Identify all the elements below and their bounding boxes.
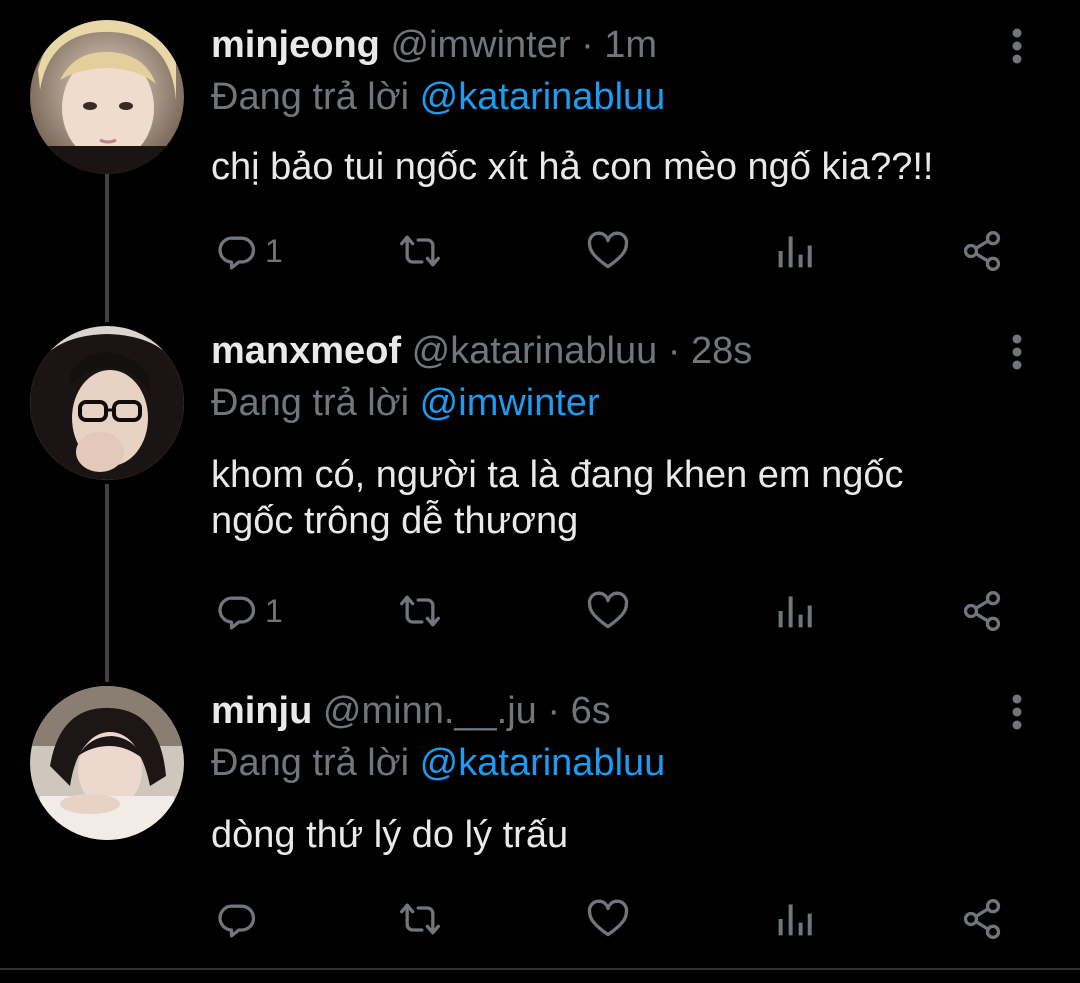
timestamp[interactable]: 6s: [571, 690, 611, 732]
display-name[interactable]: minju: [211, 690, 312, 732]
views-button[interactable]: [775, 586, 815, 636]
avatar[interactable]: [30, 326, 184, 480]
replying-to: Đang trả lời @imwinter: [211, 378, 600, 428]
like-button[interactable]: [585, 586, 631, 636]
retweet-button[interactable]: [397, 226, 443, 276]
tweet-header: manxmeof @katarinabluu · 28s: [211, 326, 752, 376]
tweet-text-line: khom có, người ta là đang khen em ngốc: [211, 454, 904, 496]
share-button[interactable]: [959, 586, 1005, 636]
display-name[interactable]: minjeong: [211, 24, 380, 66]
avatar-photo: [30, 686, 184, 840]
divider: [0, 968, 1080, 970]
tweet-text-line: ngốc trông dễ thương: [211, 500, 579, 542]
display-name[interactable]: manxmeof: [211, 330, 401, 372]
mention-link[interactable]: @katarinabluu: [420, 76, 666, 118]
retweet-icon: [400, 235, 440, 267]
views-icon: [778, 596, 812, 628]
retweet-button[interactable]: [397, 586, 443, 636]
retweet-icon: [400, 903, 440, 935]
tweet-text-line: chị bảo tui ngốc xít hả con mèo ngố kia?…: [211, 146, 934, 188]
tweet-text-line: dòng thứ lý do lý trấu: [211, 814, 569, 856]
retweet-button[interactable]: [397, 894, 443, 944]
reply-button[interactable]: [215, 894, 265, 944]
replying-label: Đang trả lời: [211, 382, 410, 424]
timestamp[interactable]: 28s: [691, 330, 752, 372]
views-button[interactable]: [775, 894, 815, 944]
separator: ·: [581, 24, 594, 66]
share-button[interactable]: [959, 226, 1005, 276]
replying-label: Đang trả lời: [211, 76, 410, 118]
views-icon: [778, 236, 812, 268]
reply-icon: [218, 236, 256, 270]
more-icon[interactable]: [1002, 332, 1032, 372]
more-icon[interactable]: [1002, 692, 1032, 732]
reply-count: 1: [265, 232, 283, 269]
views-button[interactable]: [775, 226, 815, 276]
reply-button[interactable]: 1: [215, 226, 283, 276]
mention-link[interactable]: @katarinabluu: [420, 742, 666, 784]
views-icon: [778, 904, 812, 936]
handle[interactable]: @imwinter: [390, 24, 570, 66]
mention-link[interactable]: @imwinter: [420, 382, 600, 424]
reply-button[interactable]: 1: [215, 586, 283, 636]
timestamp[interactable]: 1m: [604, 24, 657, 66]
replying-to: Đang trả lời @katarinabluu: [211, 72, 665, 122]
replying-to: Đang trả lời @katarinabluu: [211, 738, 665, 788]
like-icon: [587, 591, 629, 629]
replying-label: Đang trả lời: [211, 742, 410, 784]
like-icon: [587, 231, 629, 269]
action-bar: 1: [211, 586, 1011, 636]
tweet[interactable]: manxmeof @katarinabluu · 28s Đang trả lờ…: [0, 326, 1080, 656]
avatar[interactable]: [30, 20, 184, 174]
share-icon: [963, 591, 1001, 631]
like-button[interactable]: [585, 226, 631, 276]
share-button[interactable]: [959, 894, 1005, 944]
separator: ·: [547, 690, 561, 732]
avatar[interactable]: [30, 686, 184, 840]
share-icon: [963, 899, 1001, 939]
action-bar: 1: [211, 226, 1011, 276]
share-icon: [963, 231, 1001, 271]
separator: ·: [667, 330, 681, 372]
tweet-text: dòng thứ lý do lý trấu: [211, 812, 1051, 858]
avatar-photo: [30, 20, 184, 174]
avatar-photo: [30, 326, 184, 480]
reply-icon: [218, 596, 256, 630]
like-button[interactable]: [585, 894, 631, 944]
reply-icon: [218, 904, 256, 938]
tweet-header: minjeong @imwinter · 1m: [211, 20, 657, 70]
retweet-icon: [400, 595, 440, 627]
like-icon: [587, 899, 629, 937]
tweet[interactable]: minjeong @imwinter · 1m Đang trả lời @ka…: [0, 20, 1080, 300]
tweet-header: minju @minn.__.ju · 6s: [211, 686, 611, 736]
handle[interactable]: @katarinabluu: [412, 330, 658, 372]
more-icon[interactable]: [1002, 26, 1032, 66]
tweet-text: khom có, người ta là đang khen em ngốc n…: [211, 452, 1051, 544]
tweet-text: chị bảo tui ngốc xít hả con mèo ngố kia?…: [211, 144, 1051, 190]
reply-count: 1: [265, 592, 283, 629]
handle[interactable]: @minn.__.ju: [323, 690, 537, 732]
tweet[interactable]: minju @minn.__.ju · 6s Đang trả lời @kat…: [0, 686, 1080, 956]
action-bar: [211, 894, 1011, 944]
